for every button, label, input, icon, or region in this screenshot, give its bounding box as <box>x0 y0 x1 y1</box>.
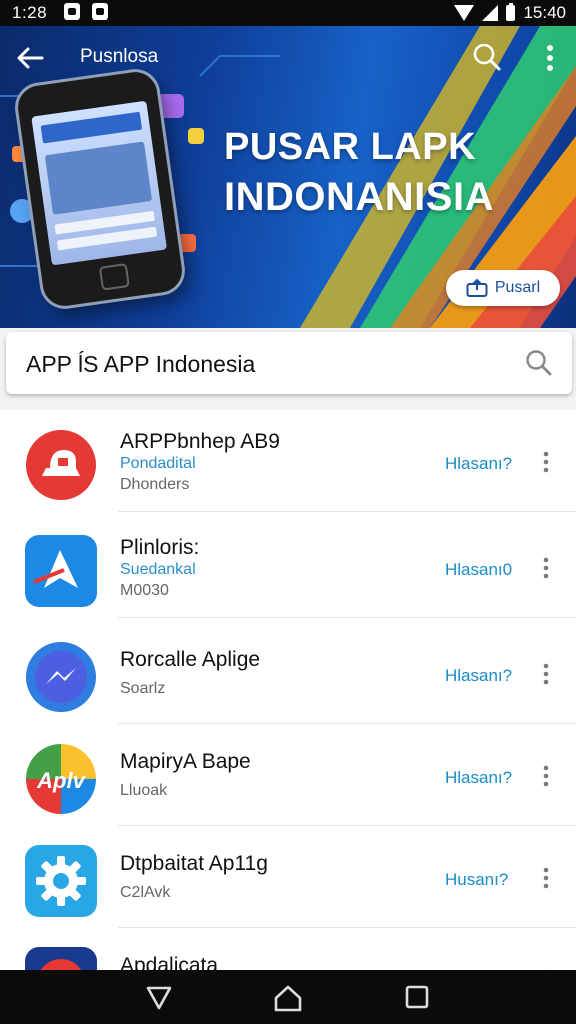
search-bar[interactable] <box>6 332 572 394</box>
app-action-link[interactable]: Hlasanı? <box>445 666 512 686</box>
notification-icon <box>64 3 80 20</box>
hero-banner: Pusnlosa PUSAR LAPK INDONANISIA Pusarl <box>0 26 576 328</box>
divider <box>118 511 576 512</box>
list-item[interactable]: Apdalicata <box>0 928 576 970</box>
search-input[interactable] <box>24 346 508 382</box>
hero-cta-button[interactable]: Pusarl <box>446 270 560 306</box>
app-category: Suedankal <box>120 561 196 578</box>
nav-home-icon[interactable] <box>273 984 303 1012</box>
more-vert-icon[interactable] <box>540 866 552 890</box>
app-action-link[interactable]: Hlasanı0 <box>445 560 512 580</box>
red-mailbox-icon <box>26 430 96 500</box>
nav-back-icon[interactable] <box>144 984 174 1012</box>
list-item[interactable]: Aplv MapiryA Bape Lluoak Hlasanı? <box>0 724 576 826</box>
notification-icon <box>92 3 108 20</box>
app-category: Pondadital <box>120 455 196 472</box>
app-name: ARPPbnhep AB9 <box>120 430 280 453</box>
list-item[interactable]: ARPPbnhep AB9 Pondadital Dhonders Hlasan… <box>0 410 576 512</box>
more-vert-icon[interactable] <box>540 556 552 580</box>
hero-title-line1: PUSAR LAPK <box>224 126 477 168</box>
app-size: M0030 <box>120 582 169 599</box>
list-item[interactable]: Rorcalle Aplige Soarlz Hlasanı? <box>0 622 576 724</box>
back-arrow-icon[interactable] <box>14 42 46 74</box>
app-name: Dtpbaitat Ap11g <box>120 852 268 875</box>
hero-cta-label: Pusarl <box>494 279 541 296</box>
app-list: ARPPbnhep AB9 Pondadital Dhonders Hlasan… <box>0 410 576 970</box>
signal-icon <box>482 5 499 21</box>
divider <box>118 617 576 618</box>
status-time: 1:28 <box>12 3 48 22</box>
app-action-link[interactable]: Husanı? <box>445 870 508 890</box>
more-vert-icon[interactable] <box>540 764 552 788</box>
app-size: Soarlz <box>120 680 166 697</box>
more-vert-icon[interactable] <box>540 450 552 474</box>
system-nav-bar <box>0 970 576 1024</box>
app-name: MapiryA Bape <box>120 750 251 773</box>
app-name: Apdalicata <box>120 954 219 970</box>
more-vert-icon[interactable] <box>540 662 552 686</box>
app-action-link[interactable]: Hlasanı? <box>445 768 512 788</box>
list-item[interactable]: Dtpbaitat Ap11g C2lAvk Husanı? <box>0 826 576 928</box>
paper-plane-icon <box>25 535 97 607</box>
status-bar: 1:28 15:40 <box>0 0 576 26</box>
app-size: Dhonders <box>120 476 190 493</box>
status-clock: 15:40 <box>523 3 566 22</box>
hero-title: PUSAR LAPK INDONANISIA <box>224 126 494 220</box>
battery-icon <box>506 3 516 21</box>
wifi-icon <box>454 5 475 21</box>
gear-icon <box>25 845 97 917</box>
app-name: Rorcalle Aplige <box>120 648 261 671</box>
app-size: C2lAvk <box>120 884 171 901</box>
more-vert-icon[interactable] <box>542 44 558 72</box>
red-camera-icon <box>25 947 97 970</box>
hero-title-line2: INDONANISIA <box>224 175 494 219</box>
nav-recents-icon[interactable] <box>404 984 430 1010</box>
svg-text:Aplv: Aplv <box>36 768 86 793</box>
app-size: Lluoak <box>120 782 168 799</box>
search-icon[interactable] <box>524 348 554 378</box>
list-item[interactable]: Plinloris: Suedankal M0030 Hlasanı0 <box>0 516 576 618</box>
app-action-link[interactable]: Hlasanı? <box>445 454 512 474</box>
messenger-icon <box>26 642 96 712</box>
download-box-icon <box>466 279 488 297</box>
aplv-multicolor-icon: Aplv <box>26 744 96 814</box>
app-bar-title: Pusnlosa <box>80 46 159 67</box>
search-icon[interactable] <box>472 42 502 72</box>
app-name: Plinloris: <box>120 536 200 559</box>
